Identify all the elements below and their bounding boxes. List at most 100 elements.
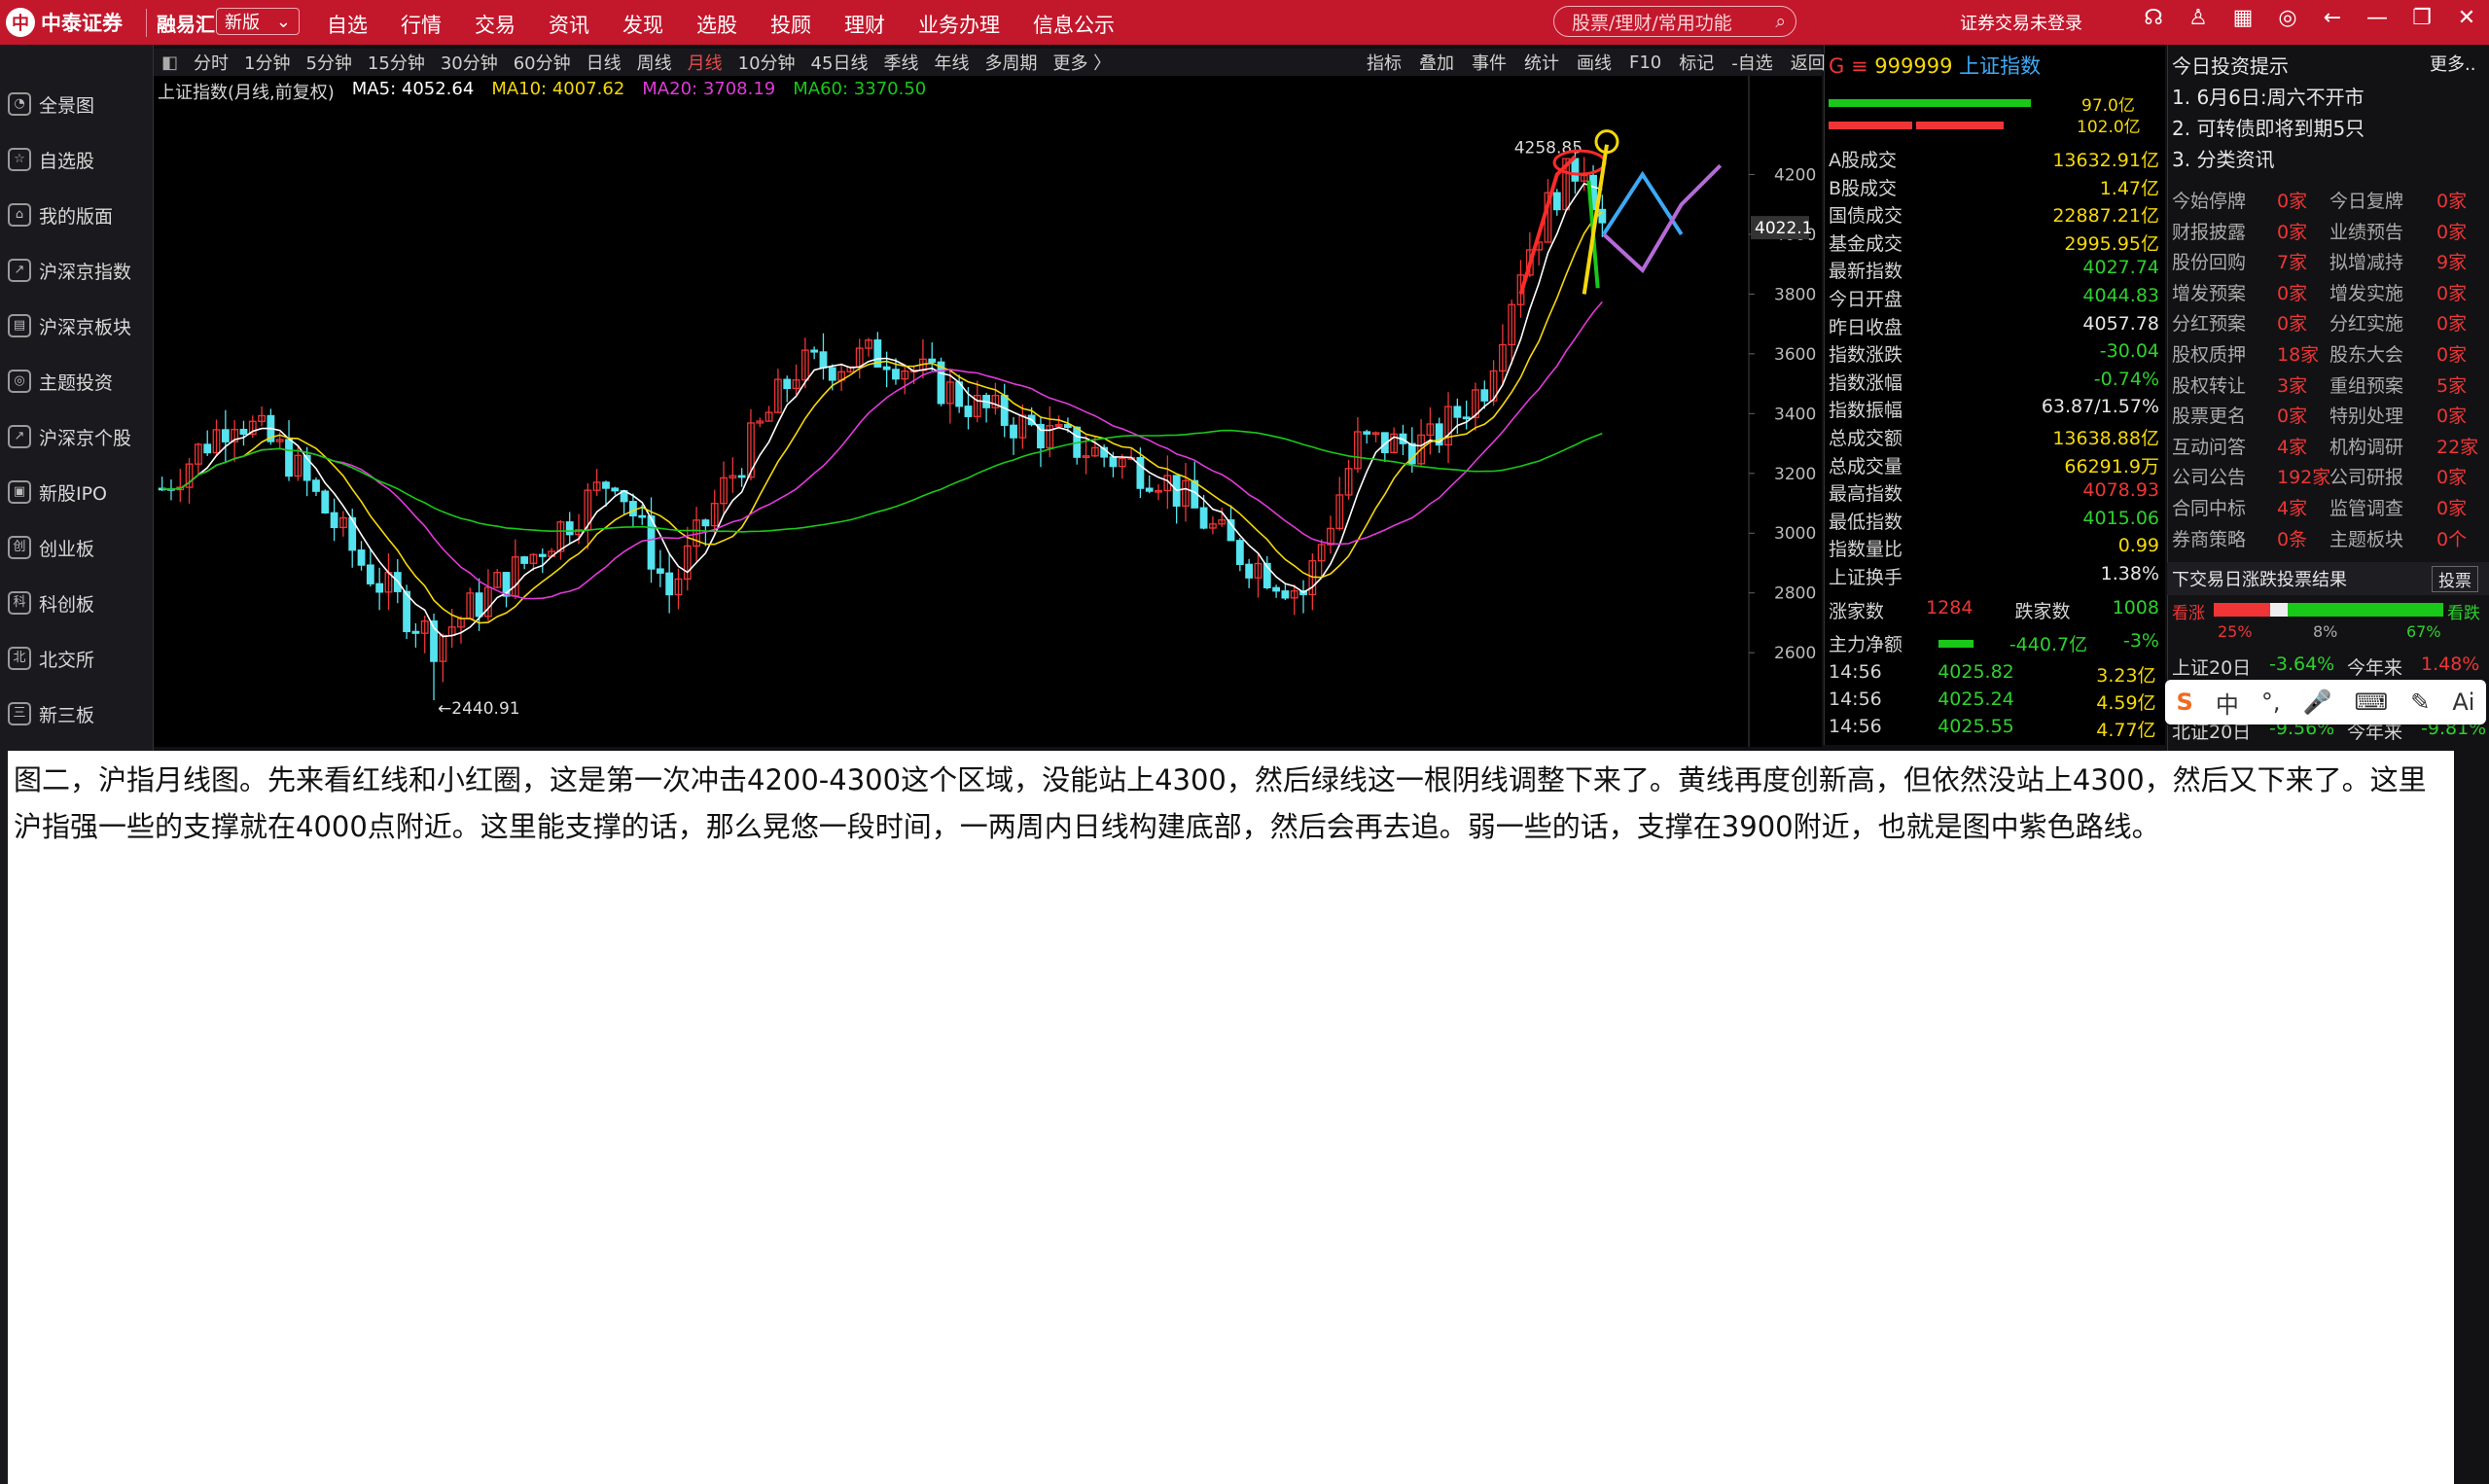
ime-keyboard-icon[interactable]: ⌨ (2355, 689, 2389, 716)
tool-remove-watch[interactable]: -自选 (1731, 50, 1773, 75)
back-arrow-icon[interactable]: ← (2319, 6, 2346, 30)
stats-row[interactable]: 合同中标 4家 监管调查 0家 (2172, 494, 2483, 523)
tool-back[interactable]: 返回 (1791, 50, 1826, 75)
close-icon[interactable]: ✕ (2453, 6, 2480, 30)
ime-voice-icon[interactable]: 🎤 (2303, 689, 2332, 716)
sidebar-item-chinext[interactable]: 创创业板 (0, 523, 153, 572)
up-count: 1284 (1926, 597, 1973, 618)
stats-row[interactable]: 增发预案 0家 增发实施 0家 (2172, 279, 2483, 308)
search-input[interactable]: 股票/理财/常用功能 ⌕ (1553, 6, 1796, 37)
ime-ai-icon[interactable]: Ai (2452, 689, 2474, 716)
sidebar-item-ipo[interactable]: ▣ 新股IPO (0, 468, 153, 516)
tool-indicator[interactable]: 指标 (1367, 50, 1402, 75)
stats-row[interactable]: 股份回购 7家 拟增减持 9家 (2172, 248, 2483, 277)
perf-label: 上证20日 (2172, 657, 2252, 679)
sidebar-item-panorama[interactable]: ◔ 全景图 (0, 80, 153, 128)
index-stat-value: -0.74% (2093, 368, 2159, 390)
ime-logo-icon[interactable]: S (2177, 689, 2193, 716)
news-item[interactable]: 3. 分类资讯 (2172, 144, 2274, 172)
period-tab-active[interactable]: 月线 (688, 50, 723, 75)
index-stat-value: 22887.21亿 (2052, 205, 2159, 228)
period-tab[interactable]: 日线 (587, 50, 622, 75)
menu-item-trade[interactable]: 交易 (469, 8, 521, 41)
period-tab[interactable]: 5分钟 (305, 50, 351, 75)
period-tab[interactable]: 分时 (194, 50, 229, 75)
sidebar-item-themes[interactable]: ◎ 主题投资 (0, 357, 153, 406)
stats-row[interactable]: 财报披露 0家 业绩预告 0家 (2172, 218, 2483, 247)
news-more-link[interactable]: 更多.. (2430, 51, 2475, 76)
restore-icon[interactable]: ❐ (2408, 6, 2436, 30)
version-select[interactable]: 新版 ⌄ (216, 8, 300, 35)
stats-row[interactable]: 今始停牌 0家 今日复牌 0家 (2172, 187, 2483, 216)
stats-row[interactable]: 股票更名 0家 特别处理 0家 (2172, 402, 2483, 431)
tool-f10[interactable]: F10 (1629, 53, 1661, 73)
index-stat-value: 4044.83 (2082, 285, 2159, 306)
period-tab[interactable]: 年线 (934, 50, 969, 75)
tool-draw[interactable]: 画线 (1577, 50, 1612, 75)
tool-mark[interactable]: 标记 (1679, 50, 1714, 75)
sidebar-item-label: 自选股 (39, 150, 95, 172)
sidebar-item-label: 沪深京个股 (39, 427, 132, 449)
star-market-icon: 科 (8, 591, 31, 615)
target-icon: ◎ (8, 370, 31, 393)
menu-item-advisor[interactable]: 投顾 (764, 8, 817, 41)
period-tab[interactable]: 1分钟 (244, 50, 290, 75)
minimize-icon[interactable]: — (2364, 6, 2391, 30)
sidebar-item-sectors[interactable]: ▤ 沪深京板块 (0, 301, 153, 350)
vote-button[interactable]: 投票 (2432, 566, 2478, 592)
stats-count: 0家 (2436, 498, 2468, 519)
period-tab[interactable]: 多周期 (984, 50, 1037, 75)
sidebar-item-my-layout[interactable]: ⌂ 我的版面 (0, 191, 153, 239)
news-item[interactable]: 1. 6月6日:周六不开市 (2172, 82, 2365, 110)
sidebar-item-watchlist[interactable]: ☆ 自选股 (0, 135, 153, 184)
menu-item-watchlist[interactable]: 自选 (321, 8, 373, 41)
stats-row[interactable]: 分红预案 0家 分红实施 0家 (2172, 309, 2483, 338)
sidebar-item-bse[interactable]: 北北交所 (0, 634, 153, 683)
shirt-icon[interactable]: ♙ (2185, 6, 2212, 30)
news-item[interactable]: 2. 可转债即将到期5只 (2172, 113, 2365, 141)
period-tab[interactable]: 季线 (883, 50, 918, 75)
login-status[interactable]: 证券交易未登录 (1960, 10, 2082, 35)
brand-logo[interactable]: 中 中泰证券 (6, 6, 123, 39)
ime-skin-icon[interactable]: ✎ (2410, 689, 2430, 716)
sidebar-item-neeq[interactable]: 三新三板 (0, 689, 153, 738)
period-tab[interactable]: 60分钟 (514, 50, 571, 75)
toggle-panel-icon[interactable]: ◧ (161, 53, 178, 73)
ime-punct-icon[interactable]: °, (2261, 689, 2281, 716)
tool-overlay[interactable]: 叠加 (1419, 50, 1454, 75)
tool-events[interactable]: 事件 (1472, 50, 1507, 75)
menu-item-screener[interactable]: 选股 (691, 8, 743, 41)
menu-item-wealth[interactable]: 理财 (838, 8, 891, 41)
stats-row[interactable]: 股权转让 3家 重组预案 5家 (2172, 371, 2483, 401)
settings-icon[interactable]: ◎ (2274, 6, 2301, 30)
period-tab[interactable]: 30分钟 (441, 50, 498, 75)
ime-lang-toggle[interactable]: 中 (2216, 686, 2239, 720)
sidebar-item-stocks[interactable]: ↗ 沪深京个股 (0, 412, 153, 461)
sidebar-item-indices[interactable]: ↗ 沪深京指数 (0, 246, 153, 295)
stats-row[interactable]: 互动问答 4家 机构调研 22家 (2172, 433, 2483, 462)
period-tab[interactable]: 10分钟 (738, 50, 796, 75)
headset-icon[interactable]: ☊ (2140, 6, 2167, 30)
menu-item-discover[interactable]: 发现 (617, 8, 669, 41)
stats-row[interactable]: 股权质押 18家 股东大会 0家 (2172, 340, 2483, 370)
menu-item-news[interactable]: 资讯 (543, 8, 595, 41)
menu-item-market[interactable]: 行情 (395, 8, 447, 41)
stats-row[interactable]: 公司公告 192家 公司研报 0家 (2172, 463, 2483, 492)
menu-icon[interactable]: ≡ (1851, 54, 1868, 78)
sidebar-item-star-market[interactable]: 科科创板 (0, 579, 153, 627)
menu-item-business[interactable]: 业务办理 (912, 8, 1006, 41)
menu-item-disclosure[interactable]: 信息公示 (1027, 8, 1120, 41)
kline-body (819, 351, 828, 369)
stats-row[interactable]: 券商策略 0条 主题板块 0个 (2172, 525, 2483, 554)
grid-icon[interactable]: ▦ (2229, 6, 2257, 30)
period-tab[interactable]: 周线 (637, 50, 672, 75)
period-tab[interactable]: 15分钟 (368, 50, 425, 75)
kline-chart[interactable]: 2600280030003200340036003800400042004258… (154, 76, 1822, 747)
stats-label: 重组预案 (2329, 374, 2404, 397)
period-tab[interactable]: 45日线 (811, 50, 869, 75)
tool-stats[interactable]: 统计 (1524, 50, 1559, 75)
index-stat-value: -30.04 (2099, 340, 2159, 363)
period-tab-more[interactable]: 更多 〉 (1052, 50, 1111, 75)
kline-body (1000, 395, 1009, 426)
search-icon[interactable]: ⌕ (1775, 11, 1786, 32)
